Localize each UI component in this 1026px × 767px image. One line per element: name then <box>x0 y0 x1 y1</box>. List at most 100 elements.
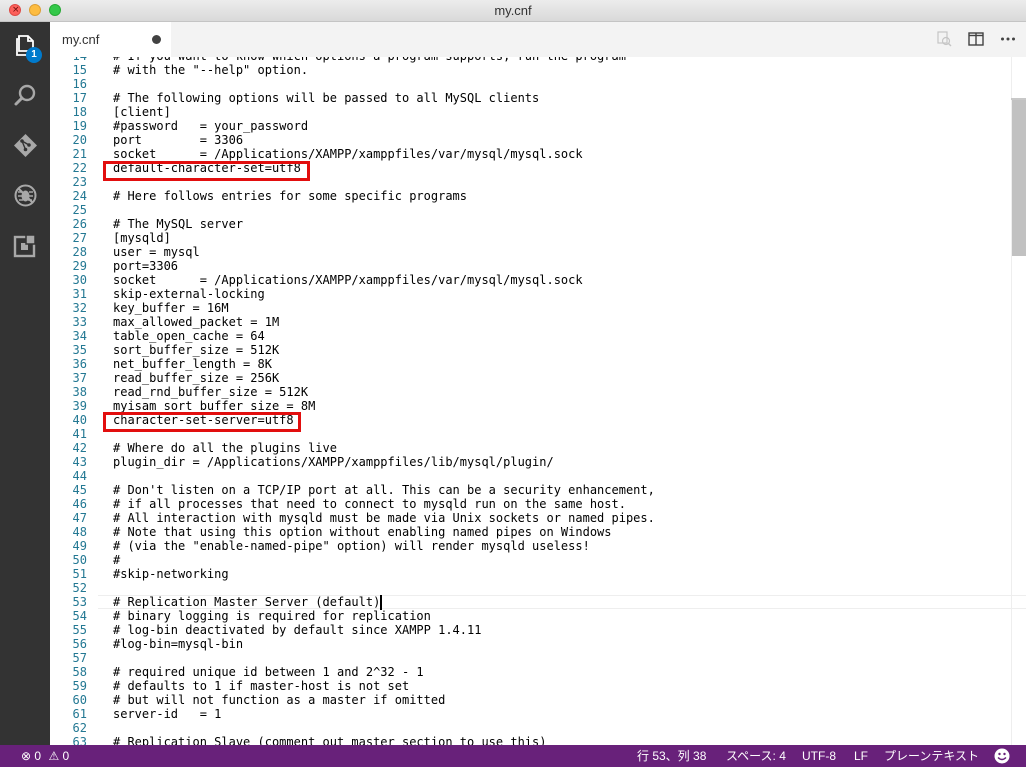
code-line[interactable]: 55 # log-bin deactivated by default since… <box>50 623 1010 637</box>
code-line[interactable]: 60 # but will not function as a master if… <box>50 693 1010 707</box>
code-line[interactable]: 48 # Note that using this option without … <box>50 525 1010 539</box>
code-line[interactable]: 19 #password = your_password <box>50 119 1010 133</box>
code-line[interactable]: 51 #skip-networking <box>50 567 1010 581</box>
code-line[interactable]: 32 key_buffer = 16M <box>50 301 1010 315</box>
line-number: 25 <box>72 203 87 217</box>
tab-my-cnf[interactable]: my.cnf <box>50 22 171 57</box>
code-line[interactable]: 38 read_rnd_buffer_size = 512K <box>50 385 1010 399</box>
warning-count: 0 <box>62 749 70 763</box>
editor-area[interactable]: 14# If you want to know which options a … <box>50 57 1026 745</box>
line-number: 20 <box>72 133 87 147</box>
feedback-smiley-icon[interactable] <box>994 748 1010 764</box>
code-line[interactable]: 54 # binary logging is required for repli… <box>50 609 1010 623</box>
code-line[interactable]: 36 net_buffer_length = 8K <box>50 357 1010 371</box>
git-icon[interactable] <box>13 133 38 158</box>
line-text: # required unique id between 1 and 2^32 … <box>113 665 424 679</box>
line-number: 53 <box>72 595 87 609</box>
line-text: table_open_cache = 64 <box>113 329 265 343</box>
line-number: 46 <box>72 497 87 511</box>
activity-bar: 1 <box>0 22 50 745</box>
line-number: 29 <box>72 259 87 273</box>
line-number: 52 <box>72 581 87 595</box>
indentation[interactable]: スペース: 4 <box>726 745 786 767</box>
code-line[interactable]: 50 # <box>50 553 1010 567</box>
line-number: 33 <box>72 315 87 329</box>
code-line[interactable]: 46 # if all processes that need to connec… <box>50 497 1010 511</box>
code-line[interactable]: 20 port = 3306 <box>50 133 1010 147</box>
line-text: key_buffer = 16M <box>113 301 229 315</box>
code-line[interactable]: 34 table_open_cache = 64 <box>50 329 1010 343</box>
line-text: # with the "--help" option. <box>113 63 309 77</box>
code-line[interactable]: 56 #log-bin=mysql-bin <box>50 637 1010 651</box>
code-line[interactable]: 37 read_buffer_size = 256K <box>50 371 1010 385</box>
line-text: plugin_dir = /Applications/XAMPP/xamppfi… <box>113 455 554 469</box>
code-line[interactable]: 61 server-id = 1 <box>50 707 1010 721</box>
more-actions-icon[interactable] <box>999 30 1017 48</box>
line-text: # but will not function as a master if o… <box>113 693 446 707</box>
problems-indicator[interactable]: ⊗ 0 ⚠ 0 <box>21 745 69 767</box>
code-line[interactable]: 43 plugin_dir = /Applications/XAMPP/xampp… <box>50 455 1010 469</box>
code-line[interactable]: 30 socket = /Applications/XAMPP/xamppfile… <box>50 273 1010 287</box>
code-line[interactable]: 59 # defaults to 1 if master-host is not … <box>50 679 1010 693</box>
code-line[interactable]: 58 # required unique id between 1 and 2^3… <box>50 665 1010 679</box>
code-line[interactable]: 44 <box>50 469 1010 483</box>
code-line[interactable]: 25 <box>50 203 1010 217</box>
code-line[interactable]: 26 # The MySQL server <box>50 217 1010 231</box>
scrollbar-thumb[interactable] <box>1012 98 1026 256</box>
code-line[interactable]: 52 <box>50 581 1010 595</box>
window-title: my.cnf <box>494 3 532 18</box>
tab-label: my.cnf <box>62 32 100 47</box>
title-bar: × my.cnf <box>0 0 1026 22</box>
end-of-line[interactable]: LF <box>854 745 868 767</box>
code-line[interactable]: 39 myisam_sort_buffer_size = 8M <box>50 399 1010 413</box>
line-number: 24 <box>72 189 87 203</box>
code-line[interactable]: 15 # with the "--help" option. <box>50 63 1010 77</box>
code-line[interactable]: 16 <box>50 77 1010 91</box>
code-line[interactable]: 31 skip-external-locking <box>50 287 1010 301</box>
line-text: max_allowed_packet = 1M <box>113 315 280 329</box>
code-line[interactable]: 57 <box>50 651 1010 665</box>
split-editor-icon[interactable] <box>967 30 985 48</box>
line-number: 16 <box>72 77 87 91</box>
code-line[interactable]: 27 [mysqld] <box>50 231 1010 245</box>
code-line[interactable]: 62 <box>50 721 1010 735</box>
code-line[interactable]: 18 [client] <box>50 105 1010 119</box>
line-text: # binary logging is required for replica… <box>113 609 431 623</box>
code-line[interactable]: 29 port=3306 <box>50 259 1010 273</box>
search-icon[interactable] <box>13 83 38 108</box>
line-number: 37 <box>72 371 87 385</box>
language-mode[interactable]: プレーンテキスト <box>884 745 979 767</box>
code-line[interactable]: 21 socket = /Applications/XAMPP/xamppfile… <box>50 147 1010 161</box>
line-number: 47 <box>72 511 87 525</box>
code-line[interactable]: 63 # Replication Slave (comment out maste… <box>50 735 1010 745</box>
code-line[interactable]: 53 # Replication Master Server (default) <box>50 595 1010 609</box>
code-line[interactable]: 49 # (via the "enable-named-pipe" option)… <box>50 539 1010 553</box>
line-text: # All interaction with mysqld must be ma… <box>113 511 655 525</box>
unsaved-dot-icon[interactable] <box>152 35 161 44</box>
warning-icon: ⚠ <box>48 749 60 763</box>
code-line[interactable]: 24 # Here follows entries for some specif… <box>50 189 1010 203</box>
line-text: # The following options will be passed t… <box>113 91 540 105</box>
explorer-badge: 1 <box>26 47 42 63</box>
code-line[interactable]: 45 # Don't listen on a TCP/IP port at all… <box>50 483 1010 497</box>
line-number: 19 <box>72 119 87 133</box>
line-text: # if all processes that need to connect … <box>113 497 626 511</box>
status-bar: ⊗ 0 ⚠ 0 行 53、列 38 スペース: 4 UTF-8 LF プレーンテ… <box>0 745 1026 767</box>
line-text: myisam_sort_buffer_size = 8M <box>113 399 316 413</box>
line-text: # Note that using this option without en… <box>113 525 612 539</box>
debug-icon[interactable] <box>13 183 38 208</box>
line-number: 39 <box>72 399 87 413</box>
code-line[interactable]: 28 user = mysql <box>50 245 1010 259</box>
code-line[interactable]: 35 sort_buffer_size = 512K <box>50 343 1010 357</box>
open-preview-icon[interactable] <box>935 30 953 48</box>
line-number: 35 <box>72 343 87 357</box>
cursor-position[interactable]: 行 53、列 38 <box>637 745 706 767</box>
code-line[interactable]: 17 # The following options will be passed… <box>50 91 1010 105</box>
line-text: user = mysql <box>113 245 200 259</box>
code-line[interactable]: 42 # Where do all the plugins live <box>50 441 1010 455</box>
extensions-icon[interactable] <box>13 233 38 258</box>
encoding[interactable]: UTF-8 <box>802 745 836 767</box>
line-text: skip-external-locking <box>113 287 265 301</box>
code-line[interactable]: 33 max_allowed_packet = 1M <box>50 315 1010 329</box>
code-line[interactable]: 47 # All interaction with mysqld must be … <box>50 511 1010 525</box>
